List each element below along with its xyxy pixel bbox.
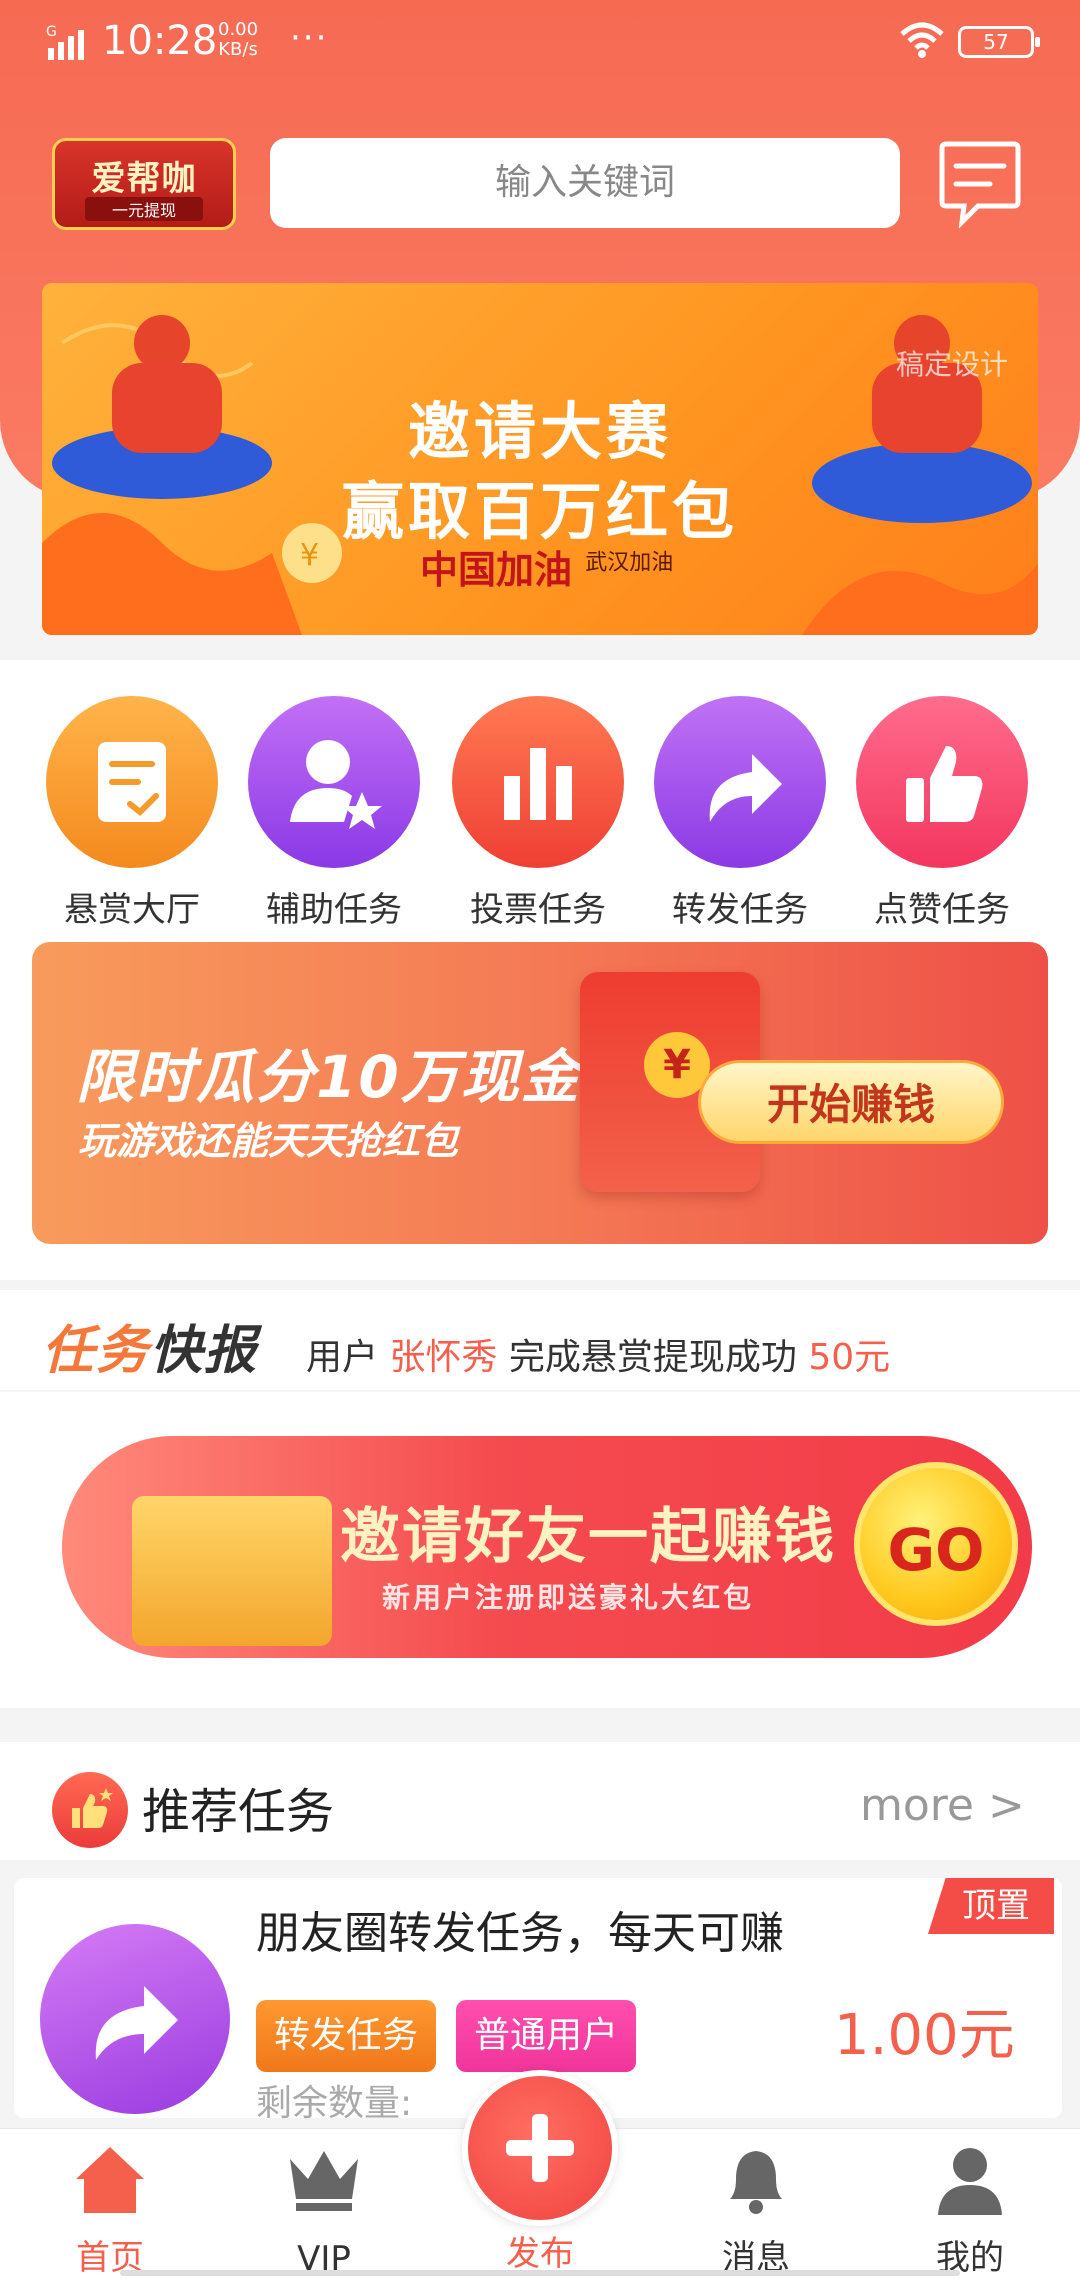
status-bar: G 10:28 0.00 KB/s ··· 57	[0, 0, 1080, 84]
ticker-user: 张怀秀	[389, 1337, 498, 1378]
network-speed: 0.00 KB/s	[218, 20, 258, 60]
category-label: 悬赏大厅	[64, 890, 200, 930]
speed-value: 0.00	[218, 19, 259, 40]
category-label: 点赞任务	[874, 890, 1010, 930]
category-vote-task[interactable]: 投票任务	[438, 696, 638, 936]
bell-icon	[730, 2151, 782, 2214]
thumbs-up-icon	[856, 696, 1028, 868]
user-level-tag: 普通用户	[456, 2000, 637, 2072]
ticker-amount: 50元	[808, 1337, 891, 1378]
category-like-task[interactable]: 点赞任务	[842, 696, 1042, 936]
invite-subtitle: 新用户注册即送豪礼大红包	[382, 1581, 755, 1614]
logo-subtext: 一元提现	[85, 197, 203, 221]
slogan-main: 中国加油	[420, 547, 573, 592]
slogan-small: 武汉加油	[585, 550, 674, 576]
home-indicator	[120, 2270, 960, 2276]
share-arrow-icon	[40, 1924, 230, 2114]
person-icon	[938, 2148, 1002, 2215]
category-label: 辅助任务	[266, 890, 402, 930]
ticker-message[interactable]: 用户 张怀秀 完成悬赏提现成功 50元	[306, 1328, 890, 1380]
svg-text:G: G	[46, 24, 57, 40]
more-dots-icon: ···	[290, 18, 329, 58]
banner-watermark: 稿定设计	[895, 348, 1008, 381]
pinned-badge: 顶置	[928, 1878, 1054, 1934]
task-title: 朋友圈转发任务，每天可赚	[256, 1908, 784, 1959]
wifi-icon	[900, 22, 944, 58]
category-grid: 悬赏大厅 辅助任务 投票任务 转发任务 点赞任务	[0, 660, 1080, 940]
category-share-task[interactable]: 转发任务	[640, 696, 840, 936]
logo-text: 爱帮咖	[91, 159, 197, 199]
recommended-header: 推荐任务 more >	[0, 1742, 1080, 1860]
category-label: 投票任务	[470, 890, 606, 930]
more-link[interactable]: more >	[860, 1780, 1025, 1831]
invite-contest-banner[interactable]: ¥ 稿定设计 邀请大赛 赢取百万红包 中国加油 武汉加油	[42, 283, 1038, 635]
start-earning-button[interactable]: 开始赚钱	[698, 1060, 1004, 1144]
ticker-middle: 完成悬赏提现成功	[497, 1337, 809, 1378]
nav-vip[interactable]: VIP	[234, 2139, 414, 2279]
thumbs-star-icon	[52, 1772, 128, 1848]
ticker-logo-part2: 快报	[150, 1321, 259, 1381]
battery-indicator: 57	[958, 26, 1040, 58]
status-time: 10:28	[102, 18, 218, 64]
promo-title: 限时瓜分10万现金	[76, 1043, 581, 1111]
home-icon	[76, 2147, 144, 2213]
banner-slogan: 中国加油 武汉加油	[420, 539, 673, 594]
plus-icon	[506, 2114, 574, 2182]
speed-unit: KB/s	[218, 39, 258, 60]
category-reward-hall[interactable]: 悬赏大厅	[32, 696, 232, 936]
bar-chart-icon	[452, 696, 624, 868]
publish-button[interactable]	[462, 2070, 618, 2226]
recommended-title: 推荐任务	[142, 1784, 335, 1840]
ticker-logo-part1: 任务	[42, 1321, 151, 1381]
share-arrow-icon	[654, 696, 826, 868]
task-type-tag: 转发任务	[256, 2000, 437, 2072]
nav-messages[interactable]: 消息	[666, 2139, 846, 2279]
nav-profile[interactable]: 我的	[880, 2139, 1060, 2279]
banner-title: 邀请大赛	[407, 395, 672, 468]
banner-subtitle: 赢取百万红包	[341, 475, 738, 548]
signal-icon: G	[46, 24, 84, 60]
search-input[interactable]: 输入关键词	[270, 138, 900, 228]
invite-section: 邀请好友一起赚钱 新用户注册即送豪礼大红包 GO	[0, 1392, 1080, 1708]
app-logo[interactable]: 爱帮咖 一元提现	[52, 138, 236, 230]
invite-friends-banner[interactable]: 邀请好友一起赚钱 新用户注册即送豪礼大红包 GO	[62, 1436, 1032, 1658]
promo-subtitle: 玩游戏还能天天抢红包	[78, 1119, 459, 1163]
user-star-icon	[248, 696, 420, 868]
chat-bubble-icon[interactable]	[938, 138, 1022, 228]
ticker-logo: 任务快报	[42, 1308, 258, 1383]
remaining-count: 剩余数量:	[256, 2083, 413, 2124]
task-news-ticker: 任务快报 用户 张怀秀 完成悬赏提现成功 50元	[0, 1290, 1080, 1390]
promo-section: 限时瓜分10万现金 玩游戏还能天天抢红包 ¥ 开始赚钱	[0, 940, 1080, 1280]
category-assist-task[interactable]: 辅助任务	[234, 696, 434, 936]
nav-home[interactable]: 首页	[20, 2139, 200, 2279]
invite-title: 邀请好友一起赚钱	[340, 1502, 836, 1572]
gold-bars-icon	[132, 1496, 332, 1646]
task-price: 1.00元	[834, 2003, 1015, 2068]
category-label: 转发任务	[672, 890, 808, 930]
go-button[interactable]: GO	[854, 1462, 1018, 1626]
ticker-prefix: 用户	[306, 1337, 390, 1378]
publish-label: 发布	[506, 2234, 574, 2274]
crown-icon	[290, 2151, 358, 2211]
cash-promo-banner[interactable]: 限时瓜分10万现金 玩游戏还能天天抢红包 ¥ 开始赚钱	[32, 942, 1048, 1244]
top-bar: 爱帮咖 一元提现 输入关键词	[0, 130, 1080, 240]
task-board-icon	[46, 696, 218, 868]
